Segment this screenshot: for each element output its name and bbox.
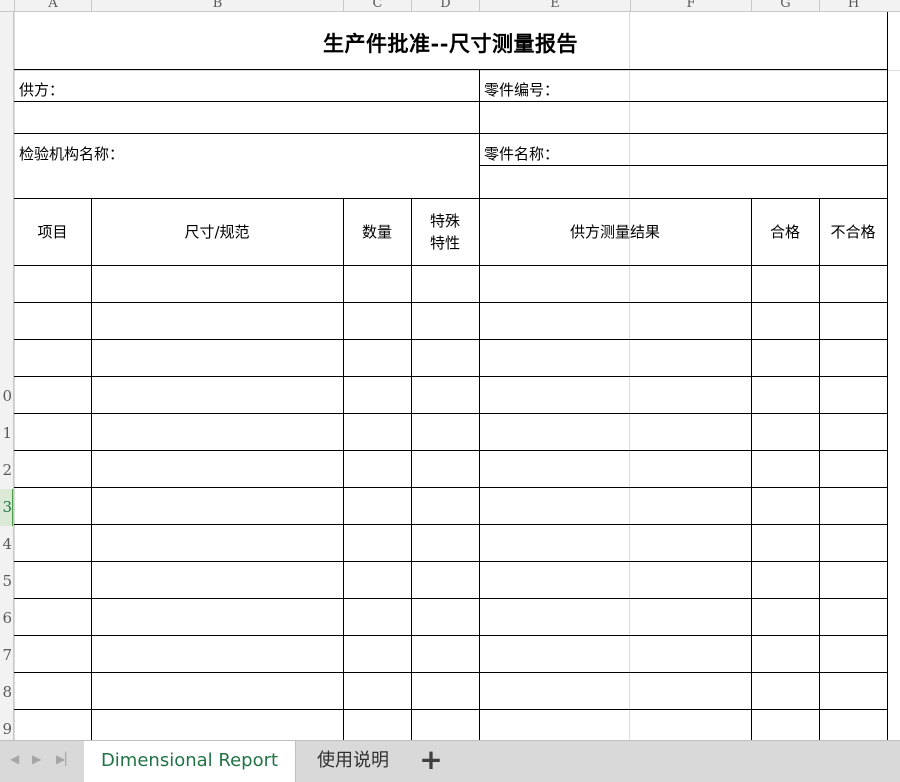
column-header-b[interactable]: B bbox=[91, 0, 343, 11]
border-line bbox=[14, 376, 888, 377]
border-line bbox=[819, 198, 820, 740]
border-line bbox=[14, 709, 888, 710]
row-header[interactable]: 7 bbox=[0, 645, 12, 665]
header-fail[interactable]: 不合格 bbox=[819, 199, 887, 265]
border-line bbox=[14, 133, 888, 134]
report-title[interactable]: 生产件批准--尺寸测量报告 bbox=[14, 28, 887, 58]
column-header-h[interactable]: H bbox=[819, 0, 887, 11]
column-header-f[interactable]: F bbox=[630, 0, 751, 11]
border-line bbox=[887, 12, 888, 740]
border-line bbox=[14, 487, 888, 488]
sheet-tab-bar: ◀ ▶ ▶▏ Dimensional Report 使用说明 + bbox=[0, 740, 900, 782]
prev-sheet-icon[interactable]: ◀ bbox=[10, 752, 19, 766]
border-line bbox=[14, 524, 888, 525]
border-line bbox=[14, 413, 888, 414]
row-header[interactable]: 5 bbox=[0, 571, 12, 591]
border-line bbox=[14, 302, 888, 303]
next-sheet-icon[interactable]: ▶ bbox=[32, 752, 41, 766]
header-supplier-result[interactable]: 供方测量结果 bbox=[479, 199, 751, 265]
header-quantity[interactable]: 数量 bbox=[343, 199, 411, 265]
border-line bbox=[14, 339, 888, 340]
column-header-e[interactable]: E bbox=[479, 0, 630, 11]
row-header[interactable]: 2 bbox=[0, 460, 12, 480]
column-header-a[interactable]: A bbox=[14, 0, 91, 11]
spreadsheet-grid[interactable]: 生产件批准--尺寸测量报告 供方： 零件编号： 检验机构名称： 零件名称： 项目… bbox=[14, 12, 900, 740]
row-header-bar: 0 1 2 3 4 5 6 7 8 9 bbox=[0, 12, 14, 740]
border-line bbox=[14, 598, 888, 599]
row-header[interactable]: 9 bbox=[0, 719, 12, 739]
border-line bbox=[91, 198, 92, 740]
border-line bbox=[479, 165, 888, 166]
border-line bbox=[14, 198, 888, 199]
header-pass[interactable]: 合格 bbox=[751, 199, 819, 265]
border-line bbox=[14, 672, 888, 673]
row-header[interactable]: 0 bbox=[0, 386, 12, 406]
header-item[interactable]: 项目 bbox=[14, 199, 91, 265]
row-header[interactable]: 8 bbox=[0, 682, 12, 702]
row-header-active[interactable]: 3 bbox=[0, 497, 12, 517]
column-header-c[interactable]: C bbox=[343, 0, 411, 11]
tab-instructions[interactable]: 使用说明 bbox=[296, 741, 410, 782]
row-header[interactable]: 1 bbox=[0, 423, 12, 443]
border-line bbox=[751, 198, 752, 740]
add-sheet-icon[interactable]: + bbox=[416, 741, 446, 782]
border-line bbox=[14, 265, 888, 266]
row-header[interactable]: 6 bbox=[0, 608, 12, 628]
tab-dimensional-report[interactable]: Dimensional Report bbox=[84, 741, 296, 782]
row-header[interactable]: 4 bbox=[0, 534, 12, 554]
gridline bbox=[14, 70, 900, 71]
border-line bbox=[411, 198, 412, 740]
part-name-label[interactable]: 零件名称： bbox=[484, 143, 559, 164]
border-line bbox=[14, 69, 888, 70]
border-line bbox=[479, 69, 480, 740]
supplier-label[interactable]: 供方： bbox=[19, 79, 64, 100]
header-special-line2: 特性 bbox=[429, 234, 460, 252]
header-dimension-spec[interactable]: 尺寸/规范 bbox=[91, 199, 343, 265]
border-line bbox=[14, 561, 888, 562]
border-line bbox=[14, 101, 888, 102]
last-sheet-icon[interactable]: ▶▏ bbox=[56, 752, 74, 766]
header-special-characteristic[interactable]: 特殊 特性 bbox=[411, 199, 479, 265]
border-line bbox=[343, 198, 344, 740]
header-special-line1: 特殊 bbox=[429, 212, 460, 230]
border-line bbox=[14, 450, 888, 451]
inspection-org-label[interactable]: 检验机构名称： bbox=[19, 143, 124, 164]
column-header-d[interactable]: D bbox=[411, 0, 479, 11]
column-header-g[interactable]: G bbox=[751, 0, 819, 11]
column-header-bar: A B C D E F G H bbox=[0, 0, 900, 12]
border-line bbox=[14, 635, 888, 636]
part-number-label[interactable]: 零件编号： bbox=[484, 79, 559, 100]
